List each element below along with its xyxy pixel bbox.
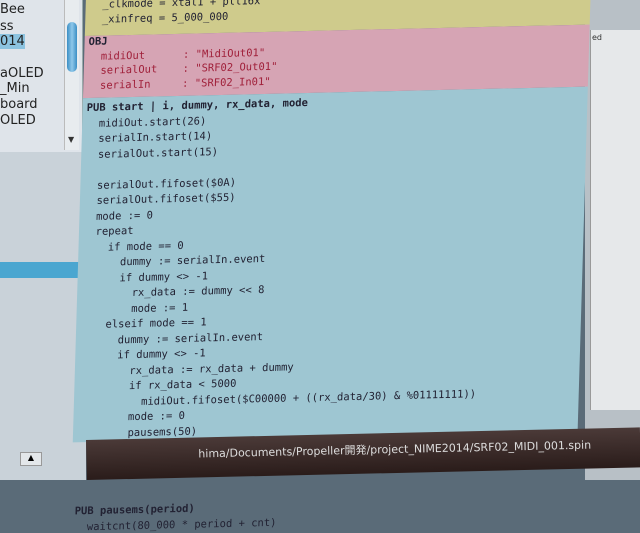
file-item[interactable]: aOLED (0, 66, 44, 81)
code-line: dummy := serialIn.event (81, 252, 266, 270)
code-line: elseif mode == 1 (80, 316, 207, 332)
scroll-down-arrow-icon[interactable]: ▼ (68, 135, 74, 144)
code-line: if dummy <> -1 (81, 269, 209, 285)
pub-block: PUB start | i, dummy, rx_data, mode midi… (72, 86, 588, 533)
file-item[interactable]: _Min (0, 81, 30, 96)
code-line: rx_data := dummy << 8 (80, 284, 265, 301)
code-line: PUB start | i, dummy, rx_data, mode (86, 96, 309, 115)
code-line: midiOut.start(26) (86, 114, 207, 130)
sidebar-scrollbar[interactable]: ▼ (64, 0, 79, 150)
code-line: midiOut : "MidiOut01" (88, 46, 266, 63)
obj-block: OBJ midiOut : "MidiOut01" serialOut : "S… (82, 24, 590, 99)
code-line: if dummy <> -1 (79, 347, 206, 363)
scroll-up-button[interactable]: ▲ (20, 452, 42, 466)
code-line: serialOut.start(15) (85, 145, 219, 161)
code-line: if rx_data < 5000 (78, 377, 237, 394)
file-item[interactable]: Bee (0, 2, 25, 17)
code-line: _clkmode = xtal1 + pll16x (89, 0, 261, 11)
right-panel-label: ed (592, 33, 602, 42)
code-line: OBJ (88, 35, 108, 48)
selected-row[interactable] (0, 262, 86, 278)
code-line: mode := 1 (80, 301, 189, 316)
code-line: mode := 0 (77, 409, 186, 425)
file-item[interactable]: OLED (0, 113, 36, 128)
code-line: mode := 0 (83, 209, 154, 223)
right-panel (590, 30, 640, 410)
file-item[interactable]: board (0, 97, 38, 112)
code-editor[interactable]: _clkmode = xtal1 + pll16x _xinfreq = 5_0… (72, 0, 591, 533)
file-list: Bee ss 014 aOLED _Min board OLED ▼ (0, 0, 83, 152)
code-line: PUB pausems(period) (74, 502, 195, 518)
code-line: _xinfreq = 5_000_000 (89, 10, 229, 26)
code-line: serialIn : "SRF02_In01" (87, 75, 271, 92)
code-line: serialIn.start(14) (85, 130, 213, 146)
code-line: waitcnt(80_000 * period + cnt) (74, 516, 277, 533)
code-line: dummy := serialIn.event (79, 330, 264, 347)
code-line: rx_data := rx_data + dummy (78, 360, 294, 378)
code-line: serialOut : "SRF02_Out01" (87, 60, 278, 77)
code-line: repeat (82, 224, 134, 239)
file-item[interactable]: ss (0, 19, 14, 34)
file-item-selected[interactable]: 014 (0, 34, 25, 49)
file-path: hima/Documents/Propeller開発/project_NIME2… (198, 438, 592, 461)
code-line: serialOut.fifoset($0A) (84, 176, 237, 192)
code-line: if mode == 0 (82, 239, 184, 254)
code-line: serialOut.fifoset($55) (83, 191, 236, 208)
scrollbar-thumb[interactable] (67, 22, 77, 72)
